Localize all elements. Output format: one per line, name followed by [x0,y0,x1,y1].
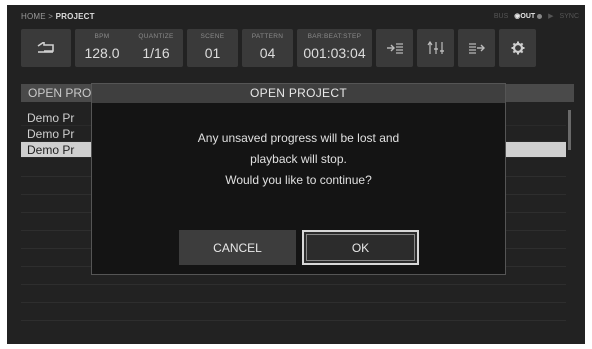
bpm-field[interactable]: BPM 128.0 [75,29,129,67]
dialog-message: Any unsaved progress will be lost and pl… [92,128,505,191]
breadcrumb: HOME > PROJECT [21,12,95,21]
import-icon [386,43,403,54]
dialog-message-line: playback will stop. [250,152,347,166]
gear-icon [511,41,524,55]
export-icon [468,43,485,54]
status-indicators: BUS ◉OUT ▶ SYNC [493,12,579,21]
quantize-value: 1/16 [142,45,170,61]
sync-indicator: SYNC [559,12,579,20]
list-row-divider [21,284,566,285]
play-icon: ▶ [548,13,554,20]
bpm-label: BPM [94,33,110,40]
mixer-icon [427,41,444,54]
breadcrumb-home[interactable]: HOME [21,12,46,21]
list-row-divider [21,320,566,321]
return-arrow-icon [37,42,54,53]
cancel-button[interactable]: CANCEL [179,230,296,265]
breadcrumb-separator: > [48,12,54,21]
dialog-message-line: Any unsaved progress will be lost and [197,131,400,145]
device-screen: HOME > PROJECT BUS ◉OUT ▶ SYNC BPM 128.0… [7,5,585,344]
breadcrumb-current: PROJECT [55,12,95,21]
scene-value: 01 [204,45,221,61]
dialog-message-line: Would you like to continue? [225,173,372,187]
back-button[interactable] [21,29,71,67]
list-row-divider [21,302,566,303]
position-value: 001:03:04 [303,45,366,61]
position-field[interactable]: BAR:BEAT:STEP 001:03:04 [297,29,372,67]
top-toolbar: BPM 128.0 QUANTIZE 1/16 SCENE 01 PATTERN… [21,29,574,67]
out-indicator: ◉OUT [514,12,543,20]
list-scrollbar[interactable] [568,110,571,150]
scene-label: SCENE [200,33,225,40]
scene-field[interactable]: SCENE 01 [187,29,238,67]
mixer-button[interactable] [417,29,454,67]
bus-indicator: BUS [493,12,509,20]
export-button[interactable] [458,29,495,67]
dialog-title: OPEN PROJECT [92,84,505,103]
pattern-label: PATTERN [251,33,284,40]
pattern-value: 04 [259,45,276,61]
quantize-field[interactable]: QUANTIZE 1/16 [129,29,183,67]
bpm-quantize-field[interactable]: BPM 128.0 QUANTIZE 1/16 [75,29,183,67]
settings-button[interactable] [499,29,536,67]
out-dot-icon [537,13,543,19]
confirm-dialog: OPEN PROJECT Any unsaved progress will b… [91,83,506,275]
bpm-value: 128.0 [84,45,120,61]
ok-button[interactable]: OK [302,230,419,265]
position-label: BAR:BEAT:STEP [307,33,362,40]
pattern-field[interactable]: PATTERN 04 [242,29,293,67]
quantize-label: QUANTIZE [138,33,174,40]
import-button[interactable] [376,29,413,67]
